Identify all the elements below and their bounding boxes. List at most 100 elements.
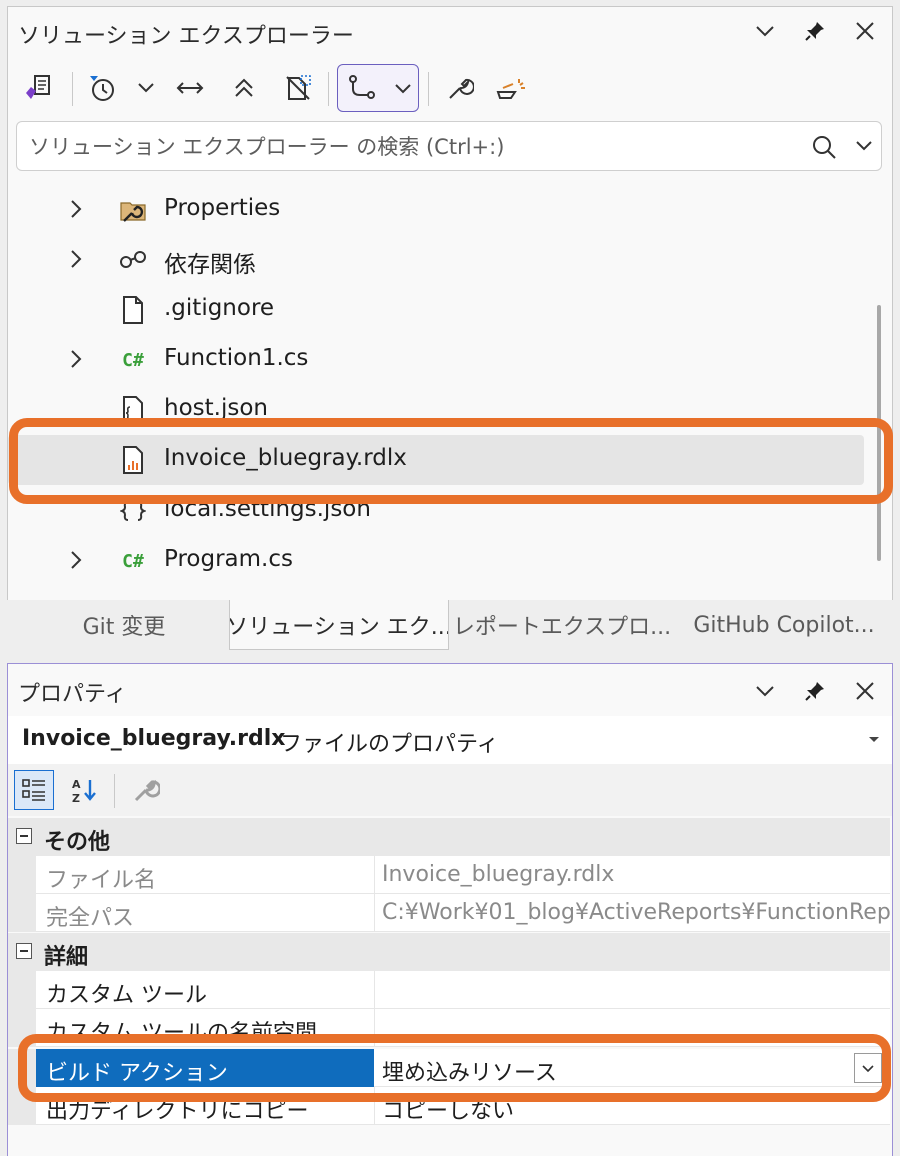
build-action-value[interactable]: 埋め込みリソース bbox=[382, 1055, 890, 1087]
property-value[interactable]: コピーしない bbox=[382, 1093, 890, 1125]
dependencies-icon bbox=[118, 245, 148, 275]
property-pages-button[interactable] bbox=[126, 770, 166, 810]
property-row-custom-tool[interactable]: カスタム ツール bbox=[8, 971, 890, 1009]
file-icon bbox=[118, 295, 148, 325]
properties-title: プロパティ bbox=[18, 682, 127, 707]
json-file-icon bbox=[118, 395, 148, 425]
property-name: 出力ディレクトリにコピー bbox=[46, 1099, 309, 1124]
category-label: 詳細 bbox=[44, 945, 89, 970]
property-row-full-path[interactable]: 完全パス C:¥Work¥01_blog¥ActiveReports¥Funct… bbox=[8, 894, 890, 932]
property-value: Invoice_bluegray.rdlx bbox=[382, 862, 615, 887]
property-row-file-name[interactable]: ファイル名 Invoice_bluegray.rdlx bbox=[8, 856, 890, 894]
properties-toolbar: AZ bbox=[8, 764, 892, 816]
property-row-custom-tool-namespace[interactable]: カスタム ツールの名前空間 bbox=[8, 1009, 890, 1047]
property-value: C:¥Work¥01_blog¥ActiveReports¥FunctionRe… bbox=[382, 900, 890, 925]
caret-down-icon[interactable] bbox=[868, 736, 880, 744]
vertical-scrollbar-thumb[interactable] bbox=[877, 305, 881, 561]
csharp-file-icon: C# bbox=[122, 349, 144, 371]
tab-git-changes[interactable]: Git 変更 bbox=[15, 600, 233, 650]
row-gutter bbox=[8, 971, 36, 1009]
tree-item-label: Program.cs bbox=[164, 546, 293, 572]
alphabetical-view-button[interactable]: AZ bbox=[64, 770, 104, 810]
search-input[interactable] bbox=[27, 130, 791, 164]
svg-text:Z: Z bbox=[72, 792, 80, 804]
preview-selected-items-icon[interactable] bbox=[494, 70, 530, 106]
tab-github-copilot[interactable]: GitHub Copilot... bbox=[675, 600, 893, 650]
tree-item-invoice-bluegray-rdlx[interactable]: Invoice_bluegray.rdlx bbox=[8, 435, 864, 485]
search-icon[interactable] bbox=[811, 134, 837, 160]
chevron-right-icon[interactable] bbox=[64, 197, 88, 221]
tree-item-label: 依存関係 bbox=[164, 252, 256, 278]
category-misc[interactable]: その他 bbox=[8, 818, 890, 856]
collapse-toggle-icon[interactable] bbox=[16, 943, 32, 959]
git-graph-dropdown-button[interactable] bbox=[337, 64, 419, 112]
column-divider bbox=[374, 971, 375, 1009]
toolbar-separator bbox=[114, 774, 115, 808]
show-all-files-icon[interactable] bbox=[280, 70, 316, 106]
pin-icon[interactable] bbox=[800, 676, 830, 706]
row-gutter bbox=[8, 894, 36, 932]
chevron-right-icon[interactable] bbox=[64, 247, 88, 271]
property-name: カスタム ツール bbox=[46, 983, 207, 1008]
tree-item-program-cs[interactable]: C# Program.cs bbox=[8, 536, 864, 586]
sync-with-active-document-icon[interactable] bbox=[172, 70, 208, 106]
property-row-copy-to-output[interactable]: 出力ディレクトリにコピー コピーしない bbox=[8, 1087, 890, 1125]
property-name: 完全パス bbox=[46, 906, 135, 931]
tree-item-function1-cs[interactable]: C# Function1.cs bbox=[8, 335, 864, 385]
close-icon[interactable] bbox=[850, 16, 880, 46]
tab-solution-explorer[interactable]: ソリューション エク... bbox=[229, 600, 449, 650]
tree-item-label: local.settings.json bbox=[164, 496, 371, 522]
tree-item-local-settings-json[interactable]: local.settings.json bbox=[8, 486, 864, 536]
object-selector[interactable]: Invoice_bluegray.rdlx ファイルのプロパティ bbox=[8, 716, 892, 764]
tree-item-label: Properties bbox=[164, 195, 281, 221]
svg-text:A: A bbox=[72, 778, 81, 791]
toolbar-separator bbox=[328, 72, 329, 106]
pending-changes-filter-icon[interactable] bbox=[84, 70, 120, 106]
tree-item-dependencies[interactable]: 依存関係 bbox=[8, 235, 864, 285]
property-name: カスタム ツールの名前空間 bbox=[46, 1021, 317, 1046]
categorized-view-button[interactable] bbox=[14, 770, 54, 810]
solution-switch-icon[interactable] bbox=[20, 70, 56, 106]
chevron-right-icon[interactable] bbox=[64, 548, 88, 572]
wrench-icon[interactable] bbox=[442, 70, 478, 106]
row-gutter bbox=[8, 1009, 36, 1047]
csharp-file-icon: C# bbox=[122, 550, 144, 572]
properties-folder-icon bbox=[118, 195, 148, 225]
chevron-down-icon[interactable] bbox=[750, 676, 780, 706]
collapse-all-icon[interactable] bbox=[226, 70, 262, 106]
column-divider bbox=[374, 856, 375, 894]
build-action-dropdown-button[interactable] bbox=[854, 1053, 882, 1083]
tree-item-host-json[interactable]: host.json bbox=[8, 385, 864, 435]
row-gutter bbox=[8, 1049, 36, 1087]
chevron-down-icon[interactable] bbox=[750, 16, 780, 46]
solution-explorer-search-box[interactable] bbox=[16, 121, 882, 171]
property-row-build-action[interactable]: ビルド アクション 埋め込みリソース bbox=[8, 1049, 890, 1087]
collapse-toggle-icon[interactable] bbox=[16, 828, 32, 844]
column-divider bbox=[374, 894, 375, 932]
toolbar-separator bbox=[428, 72, 429, 106]
tab-report-explorer[interactable]: レポートエクスプロ... bbox=[449, 600, 675, 650]
tree-item-label: Invoice_bluegray.rdlx bbox=[164, 445, 407, 471]
tree-item-label: .gitignore bbox=[164, 295, 275, 321]
object-type: ファイルのプロパティ bbox=[280, 732, 499, 757]
property-name: ビルド アクション bbox=[46, 1061, 228, 1086]
category-advanced[interactable]: 詳細 bbox=[8, 933, 890, 971]
categorized-icon bbox=[22, 779, 45, 801]
toolbar-separator bbox=[72, 72, 73, 106]
json-settings-icon bbox=[118, 496, 148, 526]
search-options-chevron-icon[interactable] bbox=[855, 140, 873, 152]
column-divider bbox=[374, 1087, 375, 1125]
solution-explorer-title: ソリューション エクスプローラー bbox=[18, 24, 354, 49]
chevron-down-icon bbox=[862, 1065, 874, 1073]
report-file-icon bbox=[118, 445, 148, 475]
row-gutter bbox=[8, 856, 36, 894]
tool-window-tabs: Git 変更 ソリューション エク... レポートエクスプロ... GitHub… bbox=[7, 600, 893, 650]
tree-item-properties[interactable]: Properties bbox=[8, 185, 864, 235]
chevron-right-icon[interactable] bbox=[64, 347, 88, 371]
chevron-down-icon[interactable] bbox=[128, 70, 164, 106]
category-label: その他 bbox=[44, 830, 111, 855]
close-icon[interactable] bbox=[850, 676, 880, 706]
row-gutter bbox=[8, 1087, 36, 1125]
tree-item-gitignore[interactable]: .gitignore bbox=[8, 285, 864, 335]
pin-icon[interactable] bbox=[800, 16, 830, 46]
